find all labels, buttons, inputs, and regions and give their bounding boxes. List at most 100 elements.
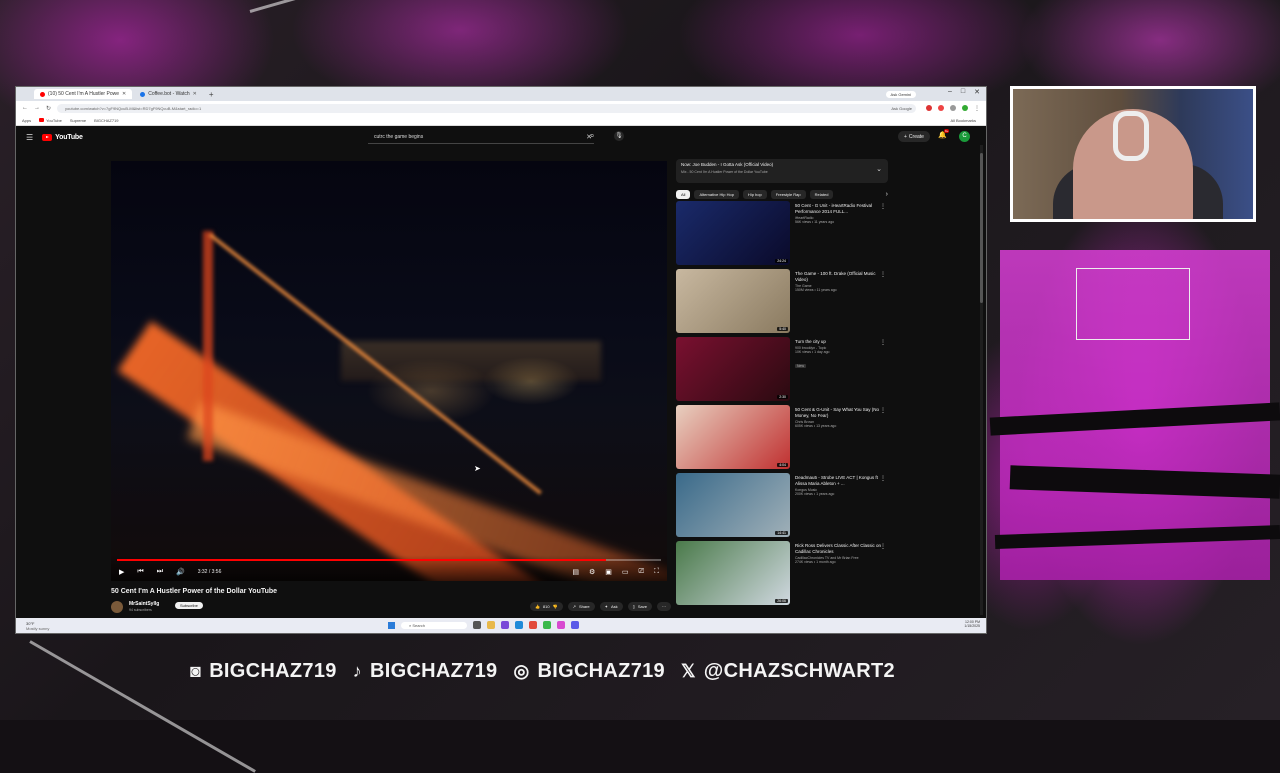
explorer-icon[interactable] [487,621,495,629]
url-field[interactable]: youtube.com/watch?v=7gF9NQcuB-M&list=RD7… [57,103,916,113]
recommendation-item[interactable]: 26:06 Rick Ross Delivers Classic After Cl… [676,541,888,607]
youtube-header: ☰ YouTube cutrc the game begins ✕ ⌕ 🎙 + … [16,126,986,148]
page-scrollbar[interactable] [980,145,983,615]
more-options-icon[interactable]: ⋮ [880,407,886,414]
search-icon[interactable]: ⌕ [590,131,594,141]
new-tab-icon[interactable]: + [205,90,218,99]
video-thumbnail[interactable]: 4:04 [676,405,790,469]
more-options-icon[interactable]: ⋮ [880,543,886,550]
miniplayer-icon[interactable]: ▣ [605,568,612,576]
video-thumbnail[interactable]: 14:41 [676,473,790,537]
youtube-logo[interactable]: YouTube [42,133,83,141]
bookmark-youtube[interactable]: YouTube [39,118,62,123]
edge-icon[interactable] [515,621,523,629]
app-icon[interactable] [501,621,509,629]
chevron-right-icon[interactable]: › [886,191,888,198]
more-options-icon[interactable]: ⋮ [880,339,886,346]
tab-youtube[interactable]: (10) 50 Cent I'm A Hustler Powe ✕ [34,89,133,99]
system-clock[interactable]: 12:00 PM 1/15/2025 [964,620,980,628]
more-actions-icon[interactable]: ⋯ [657,602,671,611]
subscribe-button[interactable]: Subscribe [175,602,203,609]
close-icon[interactable]: ✕ [193,91,197,97]
video-thumbnail[interactable]: 26:06 [676,541,790,605]
mix-playlist-card[interactable]: Now: Joe Budden - I Gotta Ask (Official … [676,159,888,183]
extension-icon[interactable] [938,105,944,111]
more-options-icon[interactable]: ⋮ [880,475,886,482]
video-player[interactable]: ➤ ▶ ⏮ ⏭ 🔊 3:32 / 3:56 ▤ ⚙ ▣ ▭ ⎚ ⛶ [111,161,667,581]
thumbs-down-icon[interactable]: 👎 [553,604,558,609]
bookmark-supreme[interactable]: Supreme [70,118,86,123]
minimize-icon[interactable]: – [948,88,952,96]
extension-icon[interactable] [962,105,968,111]
recommendation-item[interactable]: 4:04 50 Cent & G-Unit - Say What You Say … [676,405,888,471]
taskbar-search-input[interactable]: ⌕ Search [401,621,467,629]
close-icon[interactable]: ✕ [122,91,126,97]
app-icon[interactable] [557,621,565,629]
previous-icon[interactable]: ⏮ [137,568,143,576]
weather-widget[interactable]: 30°F Mostly sunny [26,621,49,631]
theater-mode-icon[interactable]: ▭ [622,568,629,576]
share-button[interactable]: ↗ Share [567,602,595,611]
extension-icon[interactable] [926,105,932,111]
volume-icon[interactable]: 🔊 [176,568,185,576]
recommendation-title[interactable]: Rick Ross Delivers Classic After Classic… [795,543,888,555]
video-thumbnail[interactable]: 24:24 [676,201,790,265]
ask-gemini-button[interactable]: Ask Gemini [885,90,916,98]
more-options-icon[interactable]: ⋮ [880,271,886,278]
recommendation-item[interactable]: 14:41 Deadmau5 - Strobe LIVE ACT | Kongus… [676,473,888,539]
reload-icon[interactable]: ↻ [46,105,51,112]
recommendation-item[interactable]: 24:24 50 Cent - G Unit - iHeartRadio Fest… [676,201,888,267]
channel-avatar[interactable] [111,601,123,613]
menu-dots-icon[interactable]: ⋮ [974,105,980,112]
chevron-down-icon[interactable]: ⌄ [876,165,882,173]
extension-icon[interactable] [950,105,956,111]
account-avatar[interactable]: C [959,131,970,142]
chrome-icon[interactable] [529,621,537,629]
chip-hip-hop[interactable]: Hip hop [742,190,767,199]
progress-bar[interactable] [117,559,661,561]
next-icon[interactable]: ⏭ [157,568,163,576]
recommendation-title[interactable]: Deadmau5 - Strobe LIVE ACT | Kongus ft A… [795,475,888,487]
recommendation-title[interactable]: The Game - 100 ft. Drake (Official Music… [795,271,888,283]
more-options-icon[interactable]: ⋮ [880,203,886,210]
save-button[interactable]: ▯ Save [627,602,652,611]
taskview-icon[interactable] [473,621,481,629]
all-bookmarks-button[interactable]: All Bookmarks [950,118,976,123]
instagram-handle: BIGCHAZ719 [537,660,665,682]
captions-icon[interactable]: ▤ [572,568,579,576]
app-icon[interactable] [543,621,551,629]
hamburger-menu-icon[interactable]: ☰ [26,133,33,142]
tab-coffee[interactable]: Coffee.bot - Watch ✕ [134,89,203,99]
chip-alt-hip-hop[interactable]: Alternative Hip Hop [694,190,739,199]
maximize-icon[interactable]: □ [961,88,965,96]
close-window-icon[interactable]: ✕ [974,88,980,96]
video-thumbnail[interactable]: 5:40 [676,269,790,333]
bookmark-bigchaz[interactable]: BIGCHAZ719 [94,118,118,123]
fullscreen-icon[interactable]: ⛶ [654,568,659,576]
ask-button[interactable]: ✦ Ask [599,602,623,611]
channel-name[interactable]: MrSaintSyllg [129,601,159,607]
forward-icon[interactable]: → [34,105,40,111]
bookmark-apps[interactable]: Apps [22,118,31,123]
scrollbar-thumb[interactable] [980,153,983,303]
chip-all[interactable]: All [676,190,691,199]
settings-gear-icon[interactable]: ⚙ [589,568,595,576]
back-icon[interactable]: ← [22,105,28,111]
recommendation-title[interactable]: Turn the city up [795,339,888,345]
like-button[interactable]: 👍 810 👎 [529,602,563,611]
windows-start-icon[interactable] [388,621,395,629]
create-button[interactable]: + Create [898,131,930,142]
chip-freestyle-rap[interactable]: Freestyle Rap [770,190,806,199]
chip-related[interactable]: Related [809,190,834,199]
ask-google-button[interactable]: Ask Google [891,106,912,111]
search-input[interactable]: cutrc the game begins ✕ [368,131,594,144]
microphone-icon[interactable]: 🎙 [614,131,624,141]
video-thumbnail[interactable]: 2:30 [676,337,790,401]
recommendation-item[interactable]: 2:30 Turn the city up 900 brooklyn - Topic… [676,337,888,403]
play-icon[interactable]: ▶ [119,568,124,576]
recommendation-item[interactable]: 5:40 The Game - 100 ft. Drake (Official M… [676,269,888,335]
app-icon[interactable] [571,621,579,629]
recommendation-title[interactable]: 50 Cent - G Unit - iHeartRadio Festival … [795,203,888,215]
recommendation-title[interactable]: 50 Cent & G-Unit - Say What You Say (No … [795,407,888,419]
cast-icon[interactable]: ⎚ [638,568,644,576]
